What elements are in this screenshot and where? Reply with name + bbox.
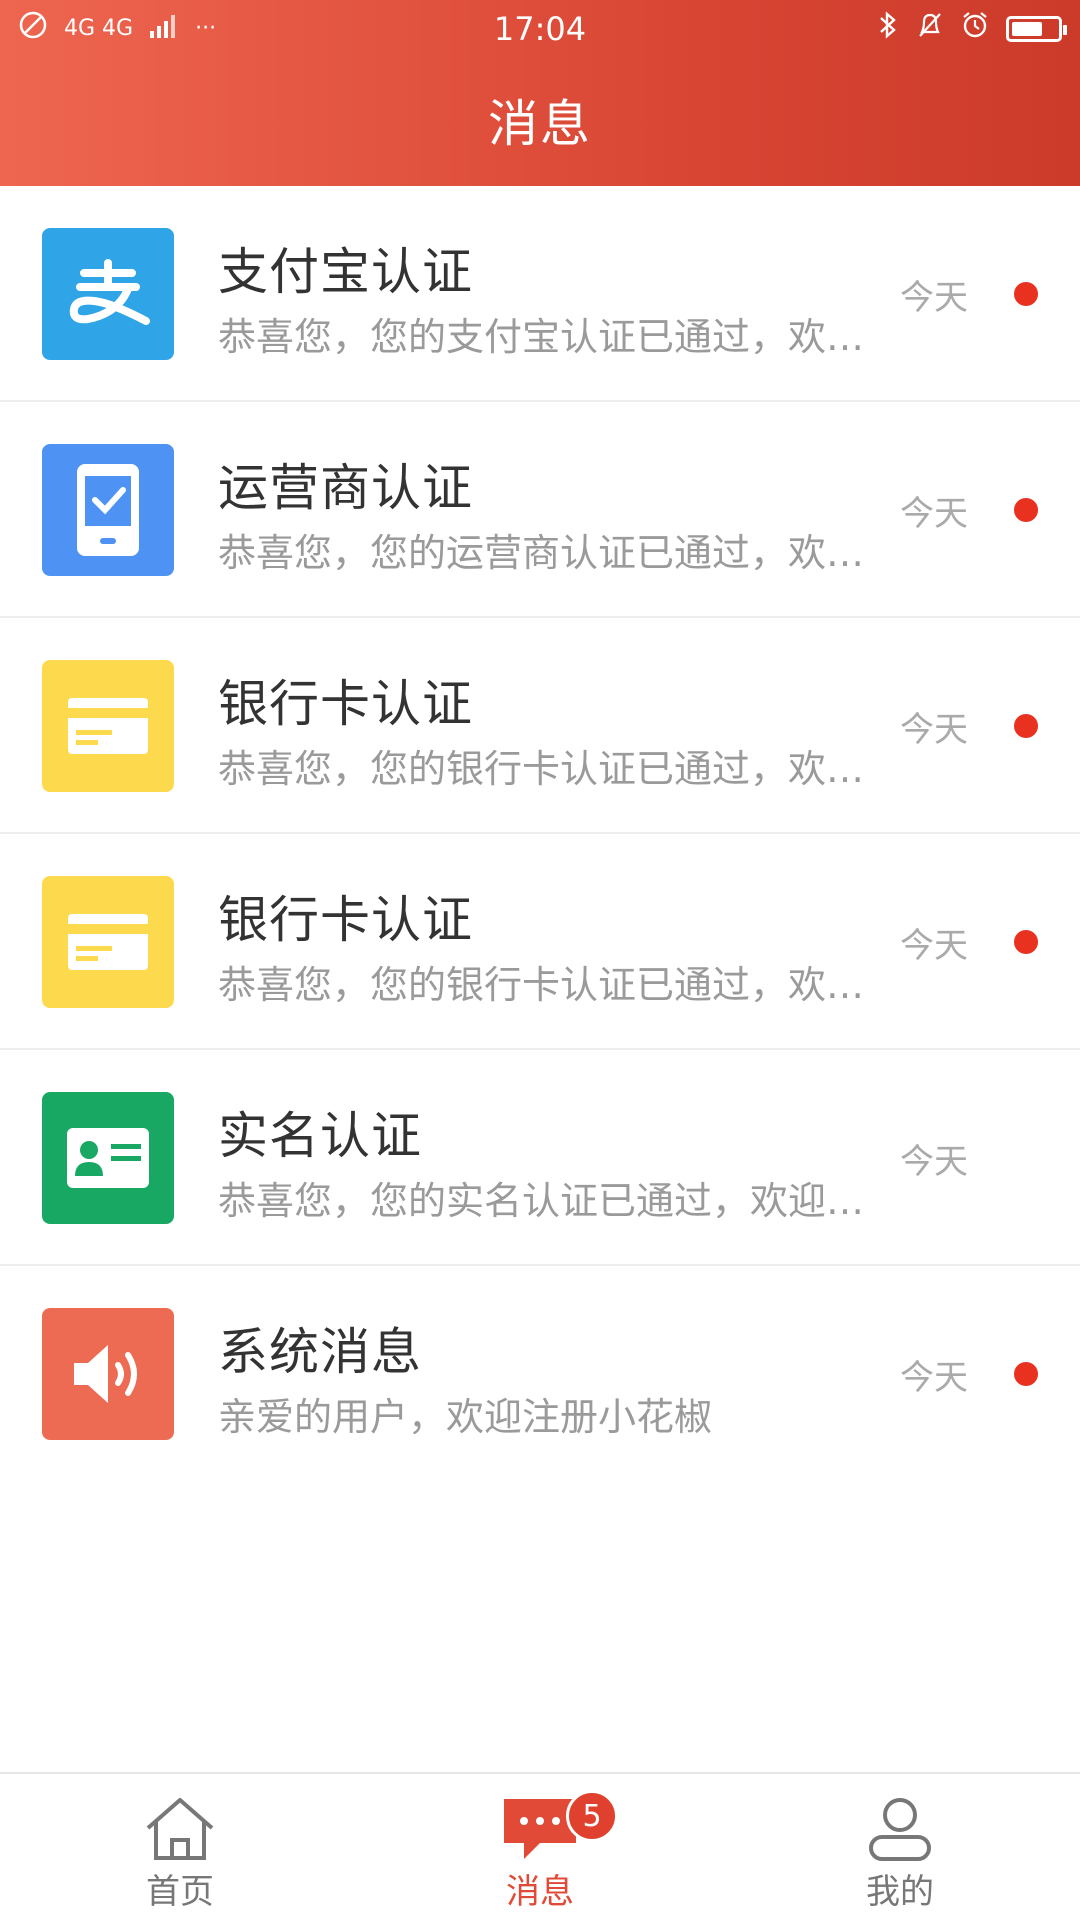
list-item[interactable]: 支付宝认证 恭喜您，您的支付宝认证已通过，欢迎使用 今天 (0, 186, 1080, 402)
id-card-icon (42, 1092, 174, 1224)
message-list: 支付宝认证 恭喜您，您的支付宝认证已通过，欢迎使用 今天 运营商认证 恭喜您，您… (0, 186, 1080, 1482)
unread-count-badge: 5 (566, 1790, 618, 1842)
item-time: 今天 (900, 1358, 968, 1398)
item-subtitle: 恭喜您，您的银行卡认证已通过，欢迎使用 (218, 747, 874, 791)
tab-label: 我的 (866, 1872, 934, 1912)
app-header: 4G 4G ··· 17:04 消息 (0, 0, 1080, 186)
page-title: 消息 (488, 95, 592, 153)
item-subtitle: 恭喜您，您的实名认证已通过，欢迎使用 (218, 1179, 874, 1223)
status-time: 17:04 (493, 10, 587, 48)
list-item[interactable]: 银行卡认证 恭喜您，您的银行卡认证已通过，欢迎使用 今天 (0, 618, 1080, 834)
item-title: 支付宝认证 (218, 243, 473, 301)
bank-card-icon (42, 660, 174, 792)
phone-check-icon (42, 444, 174, 576)
tab-label: 首页 (146, 1872, 214, 1912)
speaker-icon (42, 1308, 174, 1440)
item-title: 银行卡认证 (218, 891, 473, 949)
bank-card-icon (42, 876, 174, 1008)
tab-home[interactable]: 首页 (60, 1774, 300, 1922)
user-icon (860, 1794, 940, 1864)
item-time: 今天 (900, 494, 968, 534)
unread-dot (1014, 1362, 1038, 1386)
item-subtitle: 恭喜您，您的银行卡认证已通过，欢迎使用 (218, 963, 874, 1007)
alipay-icon (42, 228, 174, 360)
battery-icon (1006, 16, 1067, 42)
item-time: 今天 (900, 278, 968, 318)
tab-messages[interactable]: 消息 5 (420, 1774, 660, 1922)
tab-label: 消息 (506, 1872, 574, 1912)
unread-dot (1014, 930, 1038, 954)
item-title: 实名认证 (218, 1107, 422, 1165)
item-subtitle: 恭喜您，您的支付宝认证已通过，欢迎使用 (218, 315, 874, 359)
bottom-tab-bar: 首页 消息 5 我的 (0, 1772, 1080, 1920)
unread-dot (1014, 714, 1038, 738)
item-subtitle: 恭喜您，您的运营商认证已通过，欢迎使用 (218, 531, 874, 575)
item-time: 今天 (900, 1142, 968, 1182)
list-item[interactable]: 实名认证 恭喜您，您的实名认证已通过，欢迎使用 今天 (0, 1050, 1080, 1266)
item-title: 系统消息 (218, 1323, 422, 1381)
item-title: 运营商认证 (218, 459, 473, 517)
unread-dot (1014, 282, 1038, 306)
item-subtitle: 亲爱的用户，欢迎注册小花椒 (218, 1395, 713, 1439)
tab-profile[interactable]: 我的 (780, 1774, 1020, 1922)
item-title: 银行卡认证 (218, 675, 473, 733)
list-item[interactable]: 系统消息 亲爱的用户，欢迎注册小花椒 今天 (0, 1266, 1080, 1482)
list-item[interactable]: 运营商认证 恭喜您，您的运营商认证已通过，欢迎使用 今天 (0, 402, 1080, 618)
home-icon (140, 1794, 220, 1864)
item-time: 今天 (900, 710, 968, 750)
list-item[interactable]: 银行卡认证 恭喜您，您的银行卡认证已通过，欢迎使用 今天 (0, 834, 1080, 1050)
status-bar: 4G 4G ··· 17:04 (0, 0, 1080, 58)
item-time: 今天 (900, 926, 968, 966)
unread-dot (1014, 498, 1038, 522)
